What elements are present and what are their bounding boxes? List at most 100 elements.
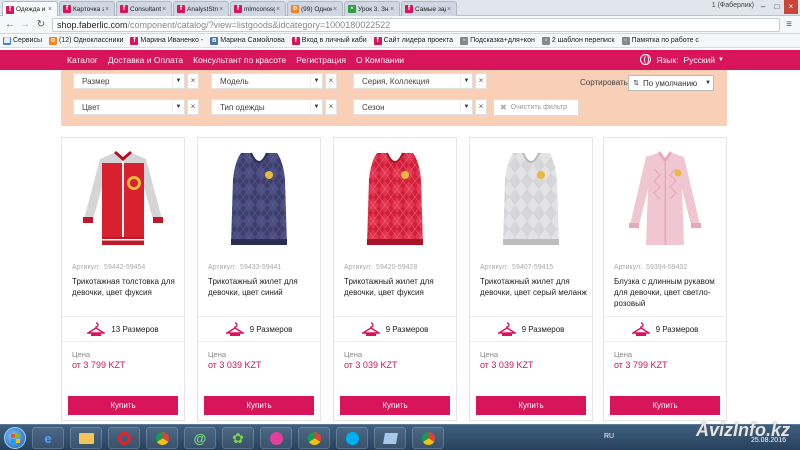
bookmark-item[interactable]: ▫ 2 шаблон переписк xyxy=(541,36,615,45)
close-window-icon[interactable]: × xyxy=(784,0,798,14)
bookmark-item[interactable]: ▫ Подсказка+для+кон xyxy=(460,36,535,45)
filter-color[interactable]: Цвет ▼ xyxy=(73,99,185,115)
url-host: shop.faberlic.com xyxy=(57,20,128,30)
buy-button[interactable]: Купить xyxy=(476,396,586,415)
product-name[interactable]: Блузка с длинным рукавом для девочки, цв… xyxy=(614,276,722,309)
app-icon[interactable] xyxy=(374,427,406,449)
opera-icon[interactable] xyxy=(108,427,140,449)
close-icon[interactable]: × xyxy=(475,99,487,115)
minimize-icon[interactable]: – xyxy=(756,0,770,14)
close-icon[interactable]: × xyxy=(219,6,225,13)
close-icon[interactable]: × xyxy=(325,99,337,115)
product-card[interactable]: Артикул: 59420-59428 Трикотажный жилет дл… xyxy=(333,137,457,421)
browser-tab[interactable]: o (99) Одноклас × xyxy=(287,1,343,16)
nav-item-about[interactable]: О Компании xyxy=(356,55,404,65)
product-image[interactable] xyxy=(470,146,592,256)
browser-tab[interactable]: f Самые задавае × xyxy=(401,1,457,16)
chrome-icon[interactable] xyxy=(146,427,178,449)
product-card[interactable]: Артикул: 59433-59441 Трикотажный жилет дл… xyxy=(197,137,321,421)
product-image[interactable] xyxy=(62,146,184,256)
back-icon[interactable]: ← xyxy=(3,18,17,32)
product-image[interactable] xyxy=(198,146,320,256)
buy-button[interactable]: Купить xyxy=(68,396,178,415)
browser-tab[interactable]: f Одежда и обув × xyxy=(2,1,58,17)
folder-icon[interactable] xyxy=(70,427,102,449)
browser-tab[interactable]: f mlmconssgself × xyxy=(230,1,286,16)
keyboard-language[interactable]: RU xyxy=(604,433,614,440)
filter-size[interactable]: Размер ▼ xyxy=(73,73,185,89)
product-name[interactable]: Трикотажный жилет для девочки, цвет фукс… xyxy=(344,276,452,298)
browser-user-label[interactable]: 1 (Фаберлик) xyxy=(712,2,754,9)
product-name[interactable]: Трикотажная толстовка для девочки, цвет … xyxy=(72,276,180,298)
chrome-glyph xyxy=(307,431,321,445)
windows-start-icon[interactable] xyxy=(4,427,26,449)
browser-tab[interactable]: f AnalystStructu × xyxy=(173,1,229,16)
bookmark-item[interactable]: ▫ Памятка по работе с xyxy=(621,36,699,45)
close-icon[interactable]: × xyxy=(105,6,111,13)
bookmark-item[interactable]: f Марина Иваненко - xyxy=(130,36,203,45)
chrome-icon[interactable] xyxy=(412,427,444,449)
language-selector[interactable]: Язык: Русский ▼ xyxy=(640,54,724,65)
bookmark-item[interactable]: ▦ Сервисы xyxy=(3,36,42,45)
blouse-image xyxy=(629,151,701,245)
close-icon[interactable]: × xyxy=(390,6,396,13)
close-icon[interactable]: × xyxy=(447,6,453,13)
product-image[interactable] xyxy=(604,146,726,256)
globe-icon xyxy=(640,54,652,65)
ie-icon[interactable]: e xyxy=(32,427,64,449)
close-icon[interactable]: × xyxy=(162,6,168,13)
filter-model[interactable]: Модель ▼ xyxy=(211,73,323,89)
sort-value: По умолчанию xyxy=(643,78,698,88)
product-card[interactable]: Артикул: 59407-59415 Трикотажный жилет дл… xyxy=(469,137,593,421)
bookmark-item[interactable]: o (12) Одноклассники xyxy=(49,36,123,45)
product-name[interactable]: Трикотажный жилет для девочки, цвет серы… xyxy=(480,276,588,298)
close-icon[interactable]: × xyxy=(475,73,487,89)
filter-label: Цвет xyxy=(82,102,100,112)
product-image[interactable] xyxy=(334,146,456,256)
close-icon[interactable]: × xyxy=(187,99,199,115)
at-glyph: @ xyxy=(193,430,207,446)
buy-button[interactable]: Купить xyxy=(204,396,314,415)
icq-icon[interactable]: ✿ xyxy=(222,427,254,449)
browser-tab[interactable]: f Карточка заказ × xyxy=(59,1,115,16)
browser-tab[interactable]: f ConsultantTree × xyxy=(116,1,172,16)
maximize-icon[interactable]: □ xyxy=(770,0,784,14)
close-icon[interactable]: × xyxy=(276,6,282,13)
nav-item-catalog[interactable]: Каталог xyxy=(67,55,98,65)
product-card[interactable]: Артикул: 59394-59402 Блузка с длинным рук… xyxy=(603,137,727,421)
bookmark-item[interactable]: f Сайт лидера проекта xyxy=(373,36,453,45)
filter-clothing-type[interactable]: Тип одежды ▼ xyxy=(211,99,323,115)
chrome-icon[interactable] xyxy=(298,427,330,449)
messenger-icon[interactable] xyxy=(260,427,292,449)
close-icon[interactable]: × xyxy=(48,6,54,13)
close-icon[interactable]: × xyxy=(187,73,199,89)
nav-item-registration[interactable]: Регистрация xyxy=(296,55,346,65)
at-icon[interactable]: @ xyxy=(184,427,216,449)
article-number: Артикул: 59394-59402 xyxy=(614,264,687,271)
product-name[interactable]: Трикотажный жилет для девочки, цвет сини… xyxy=(208,276,316,298)
skype-icon[interactable] xyxy=(336,427,368,449)
product-grid: Артикул: 59442-59454 Трикотажная толстовк… xyxy=(61,137,727,421)
filter-season[interactable]: Сезон ▼ xyxy=(353,99,473,115)
buy-button[interactable]: Купить xyxy=(340,396,450,415)
nav-item-consultant[interactable]: Консультант по красоте xyxy=(193,55,286,65)
bookmark-item[interactable]: в Марина Самойлова xyxy=(210,36,285,45)
menu-icon[interactable]: ≡ xyxy=(782,18,796,32)
tab-label: ConsultantTree xyxy=(130,5,161,13)
sizes-label: 9 Размеров xyxy=(655,324,699,334)
faberlic-icon: f xyxy=(177,5,185,13)
close-icon[interactable]: × xyxy=(333,6,339,13)
buy-button[interactable]: Купить xyxy=(610,396,720,415)
clear-filter-button[interactable]: ✖ Очистить фильтр xyxy=(493,99,579,116)
sort-select[interactable]: ⇅ По умолчанию ▼ xyxy=(628,75,714,91)
reload-icon[interactable]: ↻ xyxy=(34,18,48,32)
browser-tab[interactable]: ▪ Урок 3. Знаком × xyxy=(344,1,400,16)
forward-icon[interactable]: → xyxy=(18,18,32,32)
url-input[interactable]: shop.faberlic.com/component/catalog/?vie… xyxy=(52,18,780,32)
chevron-down-icon: ▼ xyxy=(718,56,724,63)
bookmark-item[interactable]: f Вход в личный каби xyxy=(291,36,367,45)
product-card[interactable]: Артикул: 59442-59454 Трикотажная толстовк… xyxy=(61,137,185,421)
filter-series[interactable]: Серия, Коллекция ▼ xyxy=(353,73,473,89)
close-icon[interactable]: × xyxy=(325,73,337,89)
nav-item-delivery[interactable]: Доставка и Оплата xyxy=(108,55,183,65)
